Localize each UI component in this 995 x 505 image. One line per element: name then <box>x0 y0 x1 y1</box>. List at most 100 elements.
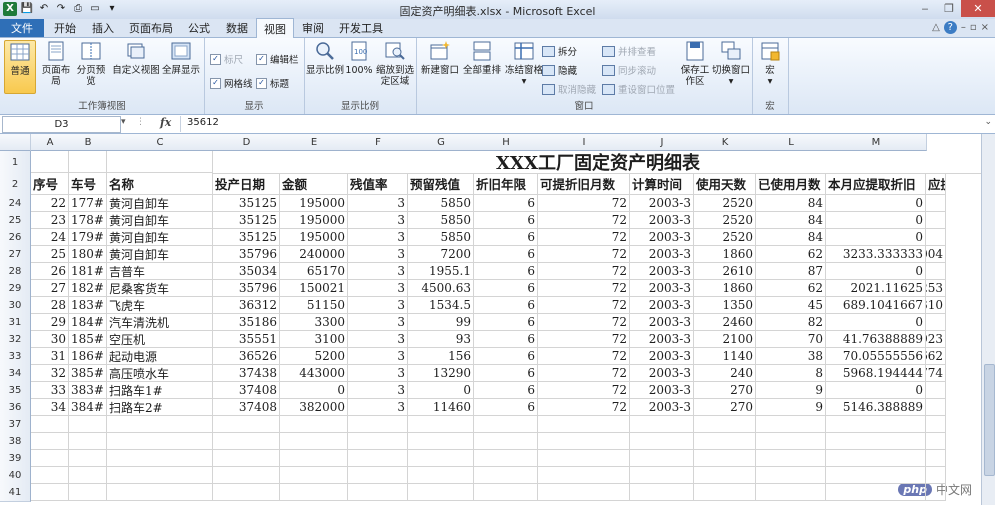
table-cell[interactable]: 黄河自卸车 <box>107 246 213 263</box>
empty-cell[interactable] <box>474 433 538 450</box>
tab-home[interactable]: 开始 <box>48 19 82 37</box>
table-cell[interactable]: 177# <box>69 195 107 212</box>
empty-cell[interactable] <box>107 467 213 484</box>
table-cell[interactable]: 3 <box>348 246 408 263</box>
column-header-c[interactable]: C <box>107 134 214 151</box>
column-title-cell[interactable]: 折旧年限 <box>474 173 538 195</box>
table-cell[interactable] <box>926 212 946 229</box>
table-cell[interactable]: 3233.333333 <box>826 246 926 263</box>
table-cell[interactable]: 35125 <box>213 229 280 246</box>
table-cell[interactable]: 195000 <box>280 229 348 246</box>
table-cell[interactable]: 37408 <box>213 399 280 416</box>
window-restore-icon[interactable]: ▫ <box>970 22 977 33</box>
table-cell[interactable]: 385# <box>69 365 107 382</box>
table-cell[interactable]: 2003-3 <box>630 195 694 212</box>
table-cell[interactable]: 2004 <box>926 246 946 263</box>
empty-cell[interactable] <box>69 484 107 501</box>
table-cell[interactable]: 2003-3 <box>630 399 694 416</box>
table-cell[interactable]: 2003-3 <box>630 280 694 297</box>
table-cell[interactable]: 1534.5 <box>408 297 474 314</box>
table-cell[interactable]: 6 <box>474 297 538 314</box>
empty-cell[interactable] <box>280 450 348 467</box>
table-cell[interactable]: 5200 <box>280 348 348 365</box>
table-cell[interactable]: 3 <box>348 195 408 212</box>
empty-cell[interactable] <box>694 484 756 501</box>
table-cell[interactable]: 38 <box>756 348 826 365</box>
table-cell[interactable]: 汽车清洗机 <box>107 314 213 331</box>
empty-cell[interactable] <box>107 450 213 467</box>
table-cell[interactable]: 0 <box>826 263 926 280</box>
tab-formulas[interactable]: 公式 <box>182 19 216 37</box>
empty-cell[interactable] <box>630 416 694 433</box>
tab-file[interactable]: 文件 <box>0 19 44 37</box>
table-cell[interactable]: 0 <box>826 229 926 246</box>
table-cell[interactable]: 6 <box>474 314 538 331</box>
window-close-icon[interactable]: × <box>981 22 989 33</box>
table-cell[interactable]: 1860 <box>694 280 756 297</box>
empty-cell[interactable] <box>926 416 946 433</box>
empty-cell[interactable] <box>31 416 69 433</box>
table-cell[interactable]: 35796 <box>213 246 280 263</box>
table-cell[interactable]: 35186 <box>213 314 280 331</box>
table-cell[interactable] <box>926 399 946 416</box>
table-cell[interactable] <box>926 195 946 212</box>
table-cell[interactable]: 尼桑客货车 <box>107 280 213 297</box>
empty-cell[interactable] <box>408 484 474 501</box>
page-layout-view-button[interactable]: 页面布局 <box>38 40 74 92</box>
table-cell[interactable]: 0 <box>280 382 348 399</box>
empty-cell[interactable] <box>474 450 538 467</box>
table-cell[interactable]: 240000 <box>280 246 348 263</box>
empty-cell[interactable] <box>348 450 408 467</box>
column-header-a[interactable]: A <box>31 134 70 151</box>
table-cell[interactable]: 2662 <box>926 348 946 365</box>
table-cell[interactable]: 23 <box>31 212 69 229</box>
empty-cell[interactable] <box>107 433 213 450</box>
empty-cell[interactable] <box>280 433 348 450</box>
new-window-button[interactable]: 新建窗口 <box>420 40 460 92</box>
empty-cell[interactable] <box>213 450 280 467</box>
column-header-f[interactable]: F <box>348 134 409 151</box>
table-cell[interactable]: 2003-3 <box>630 246 694 263</box>
table-cell[interactable]: 36312 <box>213 297 280 314</box>
table-cell[interactable]: 29 <box>31 314 69 331</box>
row-header[interactable]: 39 <box>0 450 31 468</box>
table-cell[interactable]: 3 <box>348 280 408 297</box>
zoom-button[interactable]: 显示比例 <box>306 40 344 92</box>
column-header-j[interactable]: J <box>630 134 695 151</box>
empty-cell[interactable] <box>756 416 826 433</box>
table-cell[interactable]: 35796 <box>213 280 280 297</box>
table-cell[interactable]: 6 <box>474 195 538 212</box>
table-cell[interactable]: 5850 <box>408 229 474 246</box>
table-cell[interactable]: 黄河自卸车 <box>107 229 213 246</box>
column-header-b[interactable]: B <box>69 134 108 151</box>
column-title-cell[interactable]: 应提折 <box>926 173 946 195</box>
empty-cell[interactable] <box>474 467 538 484</box>
row-header-1[interactable]: 1 <box>0 151 31 174</box>
empty-cell[interactable] <box>213 416 280 433</box>
table-cell[interactable]: 383# <box>69 382 107 399</box>
cell[interactable] <box>107 151 213 173</box>
table-cell[interactable]: 270 <box>694 399 756 416</box>
column-title-cell[interactable]: 名称 <box>107 173 213 195</box>
empty-cell[interactable] <box>408 450 474 467</box>
empty-cell[interactable] <box>926 450 946 467</box>
table-cell[interactable]: 689.1041667 <box>826 297 926 314</box>
empty-cell[interactable] <box>408 467 474 484</box>
ruler-checkbox[interactable]: ✓ 标尺 <box>210 52 243 66</box>
column-title-cell[interactable]: 本月应提取折旧 <box>826 173 926 195</box>
close-icon[interactable]: ✕ <box>961 0 995 17</box>
table-cell[interactable]: 2003-3 <box>630 382 694 399</box>
window-minimize-icon[interactable]: – <box>961 22 966 33</box>
tab-view[interactable]: 视图 <box>256 18 294 38</box>
table-cell[interactable]: 11460 <box>408 399 474 416</box>
table-cell[interactable]: 27 <box>31 280 69 297</box>
column-header-g[interactable]: G <box>408 134 475 151</box>
empty-cell[interactable] <box>538 433 630 450</box>
empty-cell[interactable] <box>826 433 926 450</box>
empty-cell[interactable] <box>474 484 538 501</box>
table-cell[interactable]: 3 <box>348 348 408 365</box>
table-cell[interactable]: 183# <box>69 297 107 314</box>
table-cell[interactable]: 72 <box>538 212 630 229</box>
table-cell[interactable]: 37408 <box>213 382 280 399</box>
empty-cell[interactable] <box>348 467 408 484</box>
